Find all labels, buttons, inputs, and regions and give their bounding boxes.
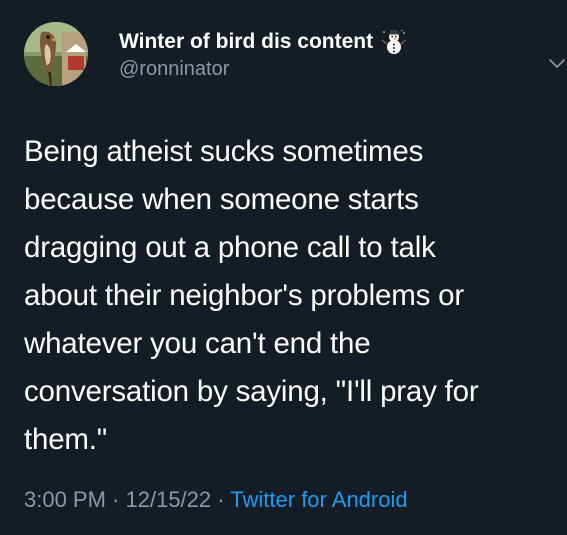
display-name-row: Winter of bird dis content [119,28,407,56]
snowman-icon [381,29,407,55]
tweet-time[interactable]: 3:00 PM [24,487,106,512]
tweet-text-line: conversation by saying, "I'll pray for [24,375,479,408]
meta-separator: · [105,487,126,512]
tweet-text: Being atheist sucks sometimes because wh… [24,128,544,464]
tweet-meta: 3:00 PM · 12/15/22 · Twitter for Android [24,487,408,513]
tweet-date[interactable]: 12/15/22 [126,487,212,512]
tweet-text-line: because when someone starts [24,183,419,216]
tweet-header: Winter of bird dis content @ronninator [24,22,565,86]
tweet-card: Winter of bird dis content @ronninator B… [0,0,567,535]
tweet-text-line: about their neighbor's problems or [24,279,464,312]
tweet-source-link[interactable]: Twitter for Android [230,487,407,512]
chevron-down-icon[interactable] [546,52,567,74]
meta-separator: · [211,487,231,512]
display-name[interactable]: Winter of bird dis content [119,30,373,54]
tweet-text-line: Being atheist sucks sometimes [24,135,424,168]
user-names: Winter of bird dis content @ronninator [119,28,407,81]
bird-avatar-image [24,22,88,86]
tweet-text-line: them." [24,423,108,456]
avatar[interactable] [24,22,88,86]
user-handle[interactable]: @ronninator [119,58,407,81]
tweet-text-line: dragging out a phone call to talk [24,231,436,264]
tweet-text-line: whatever you can't end the [24,327,371,360]
